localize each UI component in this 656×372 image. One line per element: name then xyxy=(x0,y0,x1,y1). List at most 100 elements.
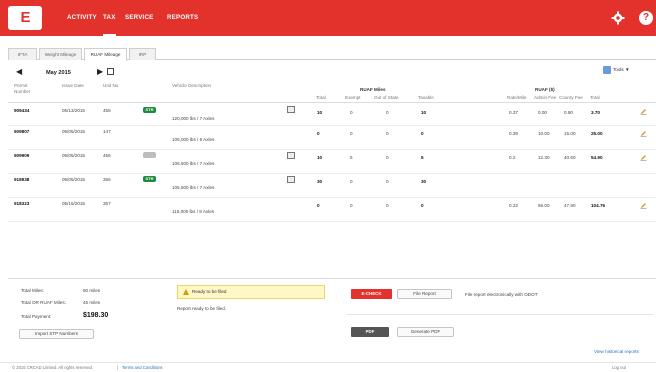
edit-icon[interactable] xyxy=(640,154,647,161)
table-row[interactable]: 909909 05/05/2015 456 106,500 lbs / 7 Ax… xyxy=(8,150,656,174)
ready-alert-text: Ready to be filed xyxy=(192,289,227,294)
nav-activity[interactable]: ACTIVITY xyxy=(67,0,97,36)
cell-date: 05/05/2015 xyxy=(62,153,85,158)
cell-exempt: 0 xyxy=(350,131,353,136)
calendar-icon[interactable] xyxy=(107,68,114,75)
footer: © 2015 CRCAD Limited. All rights reserve… xyxy=(0,362,656,372)
edit-icon[interactable] xyxy=(640,202,647,209)
cell-unit: 456 xyxy=(103,153,111,158)
cell-permit: 918323 xyxy=(14,201,30,206)
import-stp-button[interactable]: Import STP Numbers xyxy=(19,329,94,339)
tab-ruaf-mileage[interactable]: RUAF Mileage xyxy=(84,48,127,61)
cell-exempt: 0 xyxy=(350,110,353,115)
cell-out-of-state: 0 xyxy=(386,179,389,184)
tab-irp[interactable]: IRP xyxy=(129,48,156,60)
total-miles-value: 50 miles xyxy=(83,288,101,293)
cell-unit: 356 xyxy=(103,177,111,182)
header-ruaf-miles: RUAF Miles xyxy=(360,87,386,92)
next-period-icon[interactable]: ▶ xyxy=(97,68,103,76)
terms-link[interactable]: Terms and Conditions xyxy=(122,363,163,372)
ready-alert: Ready to be filed xyxy=(177,285,325,299)
actions-divider xyxy=(347,314,653,315)
ready-message: Report ready to be filed. xyxy=(177,306,227,311)
cell-total-miles: 0 xyxy=(317,131,320,136)
cell-county-fee: 40.60 xyxy=(564,155,576,160)
status-badge: STR xyxy=(143,107,156,113)
tab-weight-mileage[interactable]: Weight Mileage xyxy=(39,48,82,60)
echeck-button[interactable]: E-CHECK xyxy=(351,289,392,299)
prev-period-icon[interactable]: ◀ xyxy=(16,68,22,76)
nav-service[interactable]: SERVICE xyxy=(125,0,153,36)
status-badge: STR xyxy=(143,176,156,182)
generate-pdf-button[interactable]: Generate PDF xyxy=(397,327,454,337)
copyright-text: © 2015 CRCAD Limited. All rights reserve… xyxy=(12,365,94,370)
tab-strip: IFTA Weight Mileage RUAF Mileage IRP xyxy=(8,48,656,61)
total-miles-label: Total Miles: xyxy=(21,288,44,293)
edit-icon[interactable] xyxy=(640,130,647,137)
table-row[interactable]: 909807 05/05/2015 147 105,000 lbs / 6 Ax… xyxy=(8,126,656,150)
document-icon[interactable] xyxy=(287,176,295,183)
cell-taxable: 5 xyxy=(421,155,424,160)
cell-exempt: 0 xyxy=(350,203,353,208)
cell-county-fee: 15.00 xyxy=(564,131,576,136)
table-row[interactable]: 918938 05/05/2015 356 STR 105,500 lbs / … xyxy=(8,174,656,198)
cell-county-fee: 0.90 xyxy=(564,110,573,115)
subheader-county-fee: County Fee xyxy=(559,95,583,100)
cell-total-dollars: 25.00 xyxy=(591,131,603,136)
subheader-taxable: Taxable xyxy=(418,95,434,100)
cell-permit: 918938 xyxy=(14,177,30,182)
nav-tax[interactable]: TAX xyxy=(103,0,116,36)
subheader-out-of-state: Out of State xyxy=(374,95,399,100)
header-ruaf-dollars: RUAF ($) xyxy=(535,87,555,92)
cell-taxable: 30 xyxy=(421,179,427,184)
cell-rate: 0.37 xyxy=(509,110,518,115)
cell-vehicle-desc: 120,000 lbs / 7 Axles xyxy=(172,116,215,121)
document-icon[interactable] xyxy=(287,152,295,159)
file-report-note: File report electronically with ODOT xyxy=(465,292,538,297)
cell-total-miles: 10 xyxy=(317,110,323,115)
cell-taxable: 0 xyxy=(421,203,424,208)
total-payment-label: Total Payment: xyxy=(21,314,52,319)
warning-icon xyxy=(183,289,189,295)
cell-taxable: 10 xyxy=(421,110,427,115)
nav-reports[interactable]: REPORTS xyxy=(167,0,198,36)
cell-vehicle-desc: 105,000 lbs / 6 Axles xyxy=(172,137,215,142)
table-row[interactable]: 918323 05/15/2015 357 115,000 lbs / 8 Ax… xyxy=(8,198,656,222)
cell-total-miles: 10 xyxy=(317,155,323,160)
cell-total-miles: 0 xyxy=(317,203,320,208)
table-row[interactable]: 909434 05/13/2015 455 STR 120,000 lbs / … xyxy=(8,102,656,126)
cell-rate: 0.2 xyxy=(509,155,516,160)
cell-date: 05/13/2015 xyxy=(62,108,85,113)
tools-menu[interactable]: Tools ▼ xyxy=(603,66,630,74)
header-issue-date: Issue Date xyxy=(62,83,84,88)
logout-link[interactable]: Log out xyxy=(612,363,626,372)
edit-icon[interactable] xyxy=(640,108,647,115)
header-unit: Unit No xyxy=(103,83,119,88)
cell-total-miles: 30 xyxy=(317,179,323,184)
subheader-total-dollars: Total xyxy=(590,95,600,100)
top-nav-bar: E ACTIVITY TAX SERVICE REPORTS ? xyxy=(0,0,656,36)
app-logo[interactable]: E xyxy=(8,6,42,30)
subheader-exempt: Exempt xyxy=(345,95,361,100)
total-or-miles-label: Total OR RUAF Miles: xyxy=(21,300,66,305)
cell-taxable: 0 xyxy=(421,131,424,136)
header-vehicle: Vehicle Description xyxy=(172,83,212,88)
file-report-button[interactable]: File Report xyxy=(397,289,452,299)
cell-date: 05/15/2015 xyxy=(62,201,85,206)
document-icon[interactable] xyxy=(287,106,295,113)
gear-icon[interactable] xyxy=(611,11,625,25)
cell-admin-fee: 10.00 xyxy=(538,131,550,136)
help-icon[interactable]: ? xyxy=(639,11,653,25)
cell-admin-fee: 0.00 xyxy=(538,110,547,115)
view-historical-reports-link[interactable]: View historical reports xyxy=(594,349,639,354)
cell-rate: 0.39 xyxy=(509,131,518,136)
cell-vehicle-desc: 105,500 lbs / 7 Axles xyxy=(172,185,215,190)
cell-out-of-state: 0 xyxy=(386,131,389,136)
tab-ifta[interactable]: IFTA xyxy=(8,48,37,60)
tools-icon xyxy=(603,66,611,74)
cell-permit: 909807 xyxy=(14,129,30,134)
cell-total-dollars: 104.76 xyxy=(591,203,606,208)
pdf-button[interactable]: PDF xyxy=(351,327,389,337)
footer-separator: | xyxy=(117,365,119,370)
period-label: May 2015 xyxy=(46,70,71,76)
